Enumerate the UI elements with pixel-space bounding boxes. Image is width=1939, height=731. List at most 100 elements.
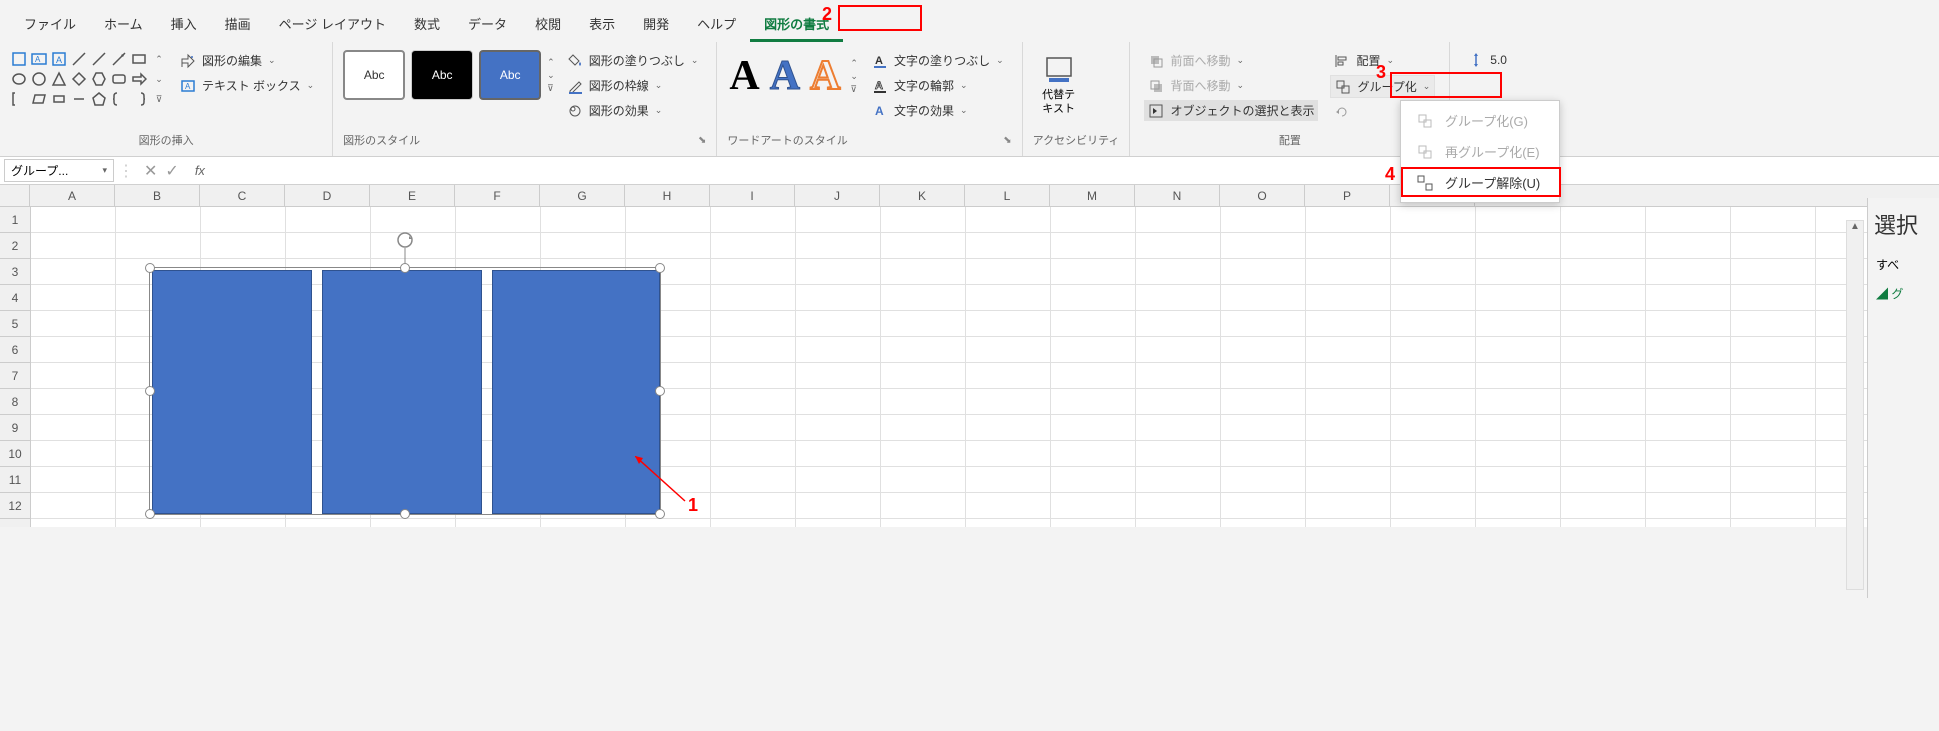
handle-bm[interactable] [400,509,410,519]
text-effects-button[interactable]: A 文字の効果 ⌄ [868,100,1008,121]
col-header-c[interactable]: C [200,185,285,206]
tab-developer[interactable]: 開発 [629,8,683,42]
handle-mr[interactable] [655,386,665,396]
shape-roundrect-icon[interactable] [110,70,128,88]
name-box[interactable]: グループ... ▾ [4,159,114,182]
shape-oval-icon[interactable] [10,70,28,88]
tab-review[interactable]: 校閲 [521,8,575,42]
row-header-5[interactable]: 5 [0,311,30,337]
gallery-down-icon[interactable]: ⌄ [547,70,555,81]
dialog-launcher-icon[interactable]: ⬊ [1003,135,1011,146]
col-header-a[interactable]: A [30,185,115,206]
shape-more3-icon[interactable]: ⊽ [150,90,168,108]
col-header-h[interactable]: H [625,185,710,206]
confirm-icon[interactable]: ✓ [165,161,178,181]
shape-fill-button[interactable]: 図形の塗りつぶし ⌄ [563,50,703,71]
shape-outline-button[interactable]: 図形の枠線 ⌄ [563,75,703,96]
text-outline-button[interactable]: A 文字の輪郭 ⌄ [868,75,1008,96]
tab-formulas[interactable]: 数式 [400,8,454,42]
shape-connector-icon[interactable] [70,90,88,108]
bring-forward-button[interactable]: 前面へ移動 ⌄ [1144,50,1318,71]
tab-draw[interactable]: 描画 [211,8,265,42]
tab-file[interactable]: ファイル [10,8,90,42]
row-header-10[interactable]: 10 [0,441,30,467]
shape-flowchart-icon[interactable] [50,90,68,108]
shape-style-gallery[interactable]: Abc Abc Abc ⌃ ⌄ ⊽ [341,48,557,102]
style-preview-2[interactable]: Abc [411,50,473,100]
gallery-up-icon[interactable]: ⌃ [547,57,555,68]
dropdown-ungroup[interactable]: グループ解除(U) [1401,167,1559,198]
shape-rect-icon[interactable] [130,50,148,68]
wordart-style-2[interactable]: A [770,52,800,100]
shape-triangle-icon[interactable] [50,70,68,88]
dialog-launcher-icon[interactable]: ⬊ [698,135,706,146]
col-header-e[interactable]: E [370,185,455,206]
cells-grid[interactable]: 1 [31,207,1939,527]
col-header-p[interactable]: P [1305,185,1390,206]
shape-brace-icon[interactable] [110,90,128,108]
shape-pentagon-icon[interactable] [90,90,108,108]
height-input[interactable]: 5.0 [1464,50,1511,70]
col-header-k[interactable]: K [880,185,965,206]
gallery-more-icon[interactable]: ⊽ [547,83,555,94]
rectangle-1[interactable] [152,270,312,514]
style-preview-3[interactable]: Abc [479,50,541,100]
alt-text-button[interactable]: 代替テ キスト [1031,48,1087,121]
wordart-down-icon[interactable]: ⌄ [850,71,858,82]
wordart-more-icon[interactable]: ⊽ [850,84,858,95]
col-header-o[interactable]: O [1220,185,1305,206]
edit-shape-button[interactable]: 図形の編集 ⌄ [176,50,318,71]
shape-group-selection[interactable] [149,267,661,515]
shape-effects-button[interactable]: 図形の効果 ⌄ [563,100,703,121]
row-header-2[interactable]: 2 [0,233,30,259]
tab-home[interactable]: ホーム [90,8,157,42]
shape-hexagon-icon[interactable] [90,70,108,88]
col-header-l[interactable]: L [965,185,1050,206]
cancel-icon[interactable]: ✕ [144,161,157,181]
shape-line-icon[interactable] [70,50,88,68]
shape-arrow-icon[interactable] [110,50,128,68]
shape-parallelogram-icon[interactable] [30,90,48,108]
col-header-m[interactable]: M [1050,185,1135,206]
fx-icon[interactable]: fx [189,163,211,178]
col-header-g[interactable]: G [540,185,625,206]
shape-bracket-icon[interactable] [10,90,28,108]
handle-ml[interactable] [145,386,155,396]
dropdown-group[interactable]: グループ化(G) [1401,105,1559,136]
textbox-button[interactable]: A テキスト ボックス ⌄ [176,75,318,96]
handle-tl[interactable] [145,263,155,273]
row-header-9[interactable]: 9 [0,415,30,441]
shape-textbox-v-icon[interactable] [10,50,28,68]
shape-diamond-icon[interactable] [70,70,88,88]
col-header-n[interactable]: N [1135,185,1220,206]
row-header-4[interactable]: 4 [0,285,30,311]
handle-bl[interactable] [145,509,155,519]
shape-line2-icon[interactable] [90,50,108,68]
select-all-corner[interactable] [0,185,30,206]
tab-help[interactable]: ヘルプ [683,8,750,42]
col-header-f[interactable]: F [455,185,540,206]
shape-textbox-icon[interactable]: A [30,50,48,68]
wordart-style-1[interactable]: A [729,52,759,100]
col-header-b[interactable]: B [115,185,200,206]
shape-circle-icon[interactable] [30,70,48,88]
selection-pane-item[interactable]: ◢ グ [1874,279,1933,308]
row-header-12[interactable]: 12 [0,493,30,519]
row-header-11[interactable]: 11 [0,467,30,493]
row-header-7[interactable]: 7 [0,363,30,389]
tab-page-layout[interactable]: ページ レイアウト [265,8,400,42]
shape-more2-icon[interactable]: ⌄ [150,70,168,88]
row-header-1[interactable]: 1 [0,207,30,233]
handle-tm[interactable] [400,263,410,273]
selection-pane-all[interactable]: すべ [1874,250,1933,279]
wordart-up-icon[interactable]: ⌃ [850,58,858,69]
selection-pane-button[interactable]: オブジェクトの選択と表示 [1144,100,1318,121]
col-header-j[interactable]: J [795,185,880,206]
shape-rightarrow-icon[interactable] [130,70,148,88]
wordart-gallery[interactable]: A A A ⌃ ⌄ ⊽ [725,48,862,104]
wordart-style-3[interactable]: A [810,52,840,100]
tab-data[interactable]: データ [454,8,521,42]
row-header-3[interactable]: 3 [0,259,30,285]
rectangle-2[interactable] [322,270,482,514]
formula-input[interactable] [211,162,1939,180]
